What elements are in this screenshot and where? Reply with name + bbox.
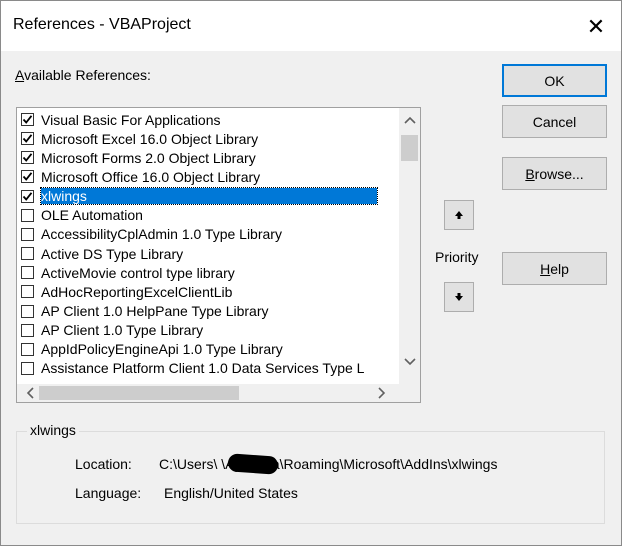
reference-checkbox[interactable]	[21, 247, 34, 261]
reference-label: AP Client 1.0 Type Library	[41, 322, 204, 339]
checkmark-icon	[22, 172, 33, 182]
checkmark-icon	[22, 153, 33, 163]
reference-item[interactable]: OLE Automation	[21, 206, 143, 225]
scroll-left-icon[interactable]	[21, 384, 39, 402]
reference-item[interactable]: AccessibilityCplAdmin 1.0 Type Library	[21, 225, 282, 244]
reference-label: Active DS Type Library	[41, 245, 184, 262]
reference-label: Microsoft Forms 2.0 Object Library	[41, 149, 256, 166]
reference-item[interactable]: Microsoft Forms 2.0 Object Library	[21, 148, 256, 167]
reference-checkbox[interactable]	[21, 151, 34, 165]
reference-label: AdHocReportingExcelClientLib	[41, 283, 233, 300]
checkmark-icon	[22, 134, 33, 144]
reference-item[interactable]: Active DS Type Library	[21, 244, 183, 263]
redaction-mark	[227, 453, 279, 475]
help-label-rest: elp	[550, 260, 569, 277]
language-value: English/United States	[164, 485, 298, 501]
browse-button[interactable]: Browse...	[502, 157, 607, 190]
reference-item[interactable]: AP Client 1.0 HelpPane Type Library	[21, 302, 269, 321]
help-button[interactable]: Help	[502, 252, 607, 285]
ok-button[interactable]: OK	[502, 64, 607, 97]
reference-label: AP Client 1.0 HelpPane Type Library	[41, 303, 269, 319]
reference-label: AccessibilityCplAdmin 1.0 Type Library	[41, 226, 282, 243]
references-dialog: References - VBAProject ✕ Available Refe…	[0, 0, 622, 546]
scrollbar-corner	[399, 384, 420, 402]
scroll-right-icon[interactable]	[373, 384, 391, 402]
available-label-rest: vailable References:	[24, 67, 151, 83]
reference-item[interactable]: ActiveMovie control type library	[21, 263, 235, 282]
browse-accel: B	[525, 165, 535, 182]
priority-down-button[interactable]	[444, 282, 474, 312]
reference-label: Microsoft Excel 16.0 Object Library	[41, 130, 259, 147]
reference-label: ActiveMovie control type library	[41, 264, 235, 281]
reference-label: OLE Automation	[41, 207, 143, 224]
location-label: Location:	[75, 456, 132, 472]
reference-details-group	[16, 431, 605, 524]
reference-checkbox[interactable]	[21, 189, 34, 203]
scroll-up-icon[interactable]	[399, 110, 420, 130]
reference-checkbox[interactable]	[21, 266, 34, 280]
priority-up-button[interactable]	[444, 200, 474, 230]
close-icon[interactable]: ✕	[579, 13, 613, 41]
help-accel: H	[540, 260, 551, 277]
reference-item[interactable]: AP Client 1.0 Type Library	[21, 321, 203, 340]
reference-checkbox[interactable]	[21, 342, 34, 356]
reference-item[interactable]: xlwings	[21, 187, 378, 206]
reference-item[interactable]: Microsoft Excel 16.0 Object Library	[21, 129, 258, 148]
window-title: References - VBAProject	[13, 16, 191, 33]
horizontal-scroll-thumb[interactable]	[39, 386, 239, 400]
checkmark-icon	[22, 191, 33, 201]
reference-item[interactable]: AdHocReportingExcelClientLib	[21, 282, 232, 301]
reference-checkbox[interactable]	[21, 132, 34, 146]
reference-checkbox[interactable]	[21, 227, 34, 241]
checkmark-icon	[22, 115, 33, 124]
title-bar: References - VBAProject ✕	[1, 1, 621, 51]
reference-label: Visual Basic For Applications	[41, 111, 221, 128]
horizontal-scrollbar[interactable]	[17, 384, 399, 402]
vertical-scroll-thumb[interactable]	[401, 135, 418, 161]
available-label-accel: A	[15, 67, 25, 83]
reference-checkbox[interactable]	[21, 170, 34, 184]
arrow-up-icon	[454, 207, 464, 223]
reference-label: Microsoft Office 16.0 Object Library	[41, 168, 261, 185]
browse-label-rest: rowse...	[534, 165, 584, 182]
reference-checkbox[interactable]	[21, 208, 34, 222]
reference-checkbox[interactable]	[21, 113, 34, 126]
reference-label: xlwings	[40, 187, 378, 206]
priority-label: Priority	[435, 249, 479, 265]
available-references-label: Available References:	[15, 67, 151, 83]
reference-item[interactable]: Visual Basic For Applications	[21, 110, 221, 129]
reference-checkbox[interactable]	[21, 323, 34, 337]
language-label: Language:	[75, 485, 142, 501]
reference-label: Assistance Platform Client 1.0 Data Serv…	[41, 360, 365, 377]
arrow-down-icon	[454, 289, 464, 305]
cancel-button[interactable]: Cancel	[502, 105, 607, 138]
vertical-scrollbar[interactable]	[399, 108, 420, 384]
reference-item[interactable]: Assistance Platform Client 1.0 Data Serv…	[21, 359, 364, 378]
reference-item[interactable]: Microsoft Office 16.0 Object Library	[21, 167, 260, 186]
reference-item[interactable]: AppIdPolicyEngineApi 1.0 Type Library	[21, 340, 283, 359]
details-group-title: xlwings	[27, 422, 79, 438]
reference-label: AppIdPolicyEngineApi 1.0 Type Library	[41, 341, 283, 358]
location-value: C:\Users\ \AppData\Roaming\Microsoft\Add…	[159, 456, 498, 472]
reference-checkbox[interactable]	[21, 361, 34, 375]
references-listbox[interactable]: Visual Basic For Applications Microsoft E…	[16, 107, 421, 403]
reference-checkbox[interactable]	[21, 285, 34, 299]
scroll-down-icon[interactable]	[399, 352, 420, 372]
reference-checkbox[interactable]	[21, 304, 34, 318]
